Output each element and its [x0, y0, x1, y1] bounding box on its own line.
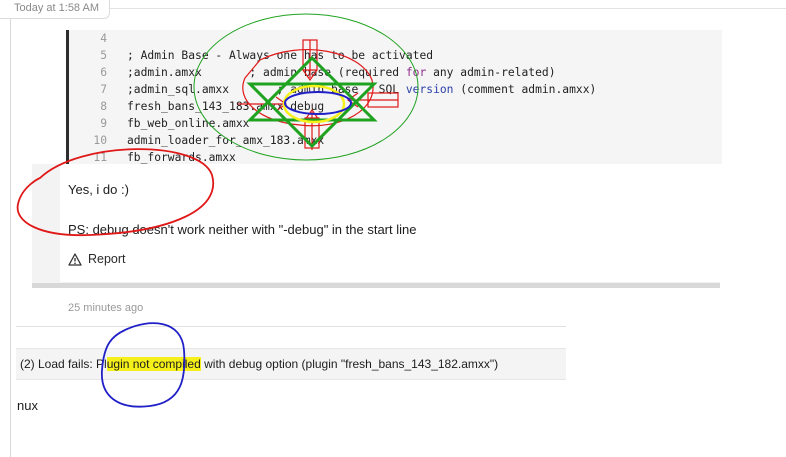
code-text: fb_web_online.amxx	[127, 117, 250, 130]
error-suffix: with debug option (plugin "fresh_bans_14…	[200, 357, 499, 371]
post-separator	[32, 283, 720, 288]
thread-line	[10, 0, 11, 457]
line-number: 4	[100, 32, 107, 45]
reply-line-1: Yes, i do :)	[68, 182, 129, 197]
code-text: admin_loader_for_amx_183.amxx	[127, 134, 325, 147]
error-prefix: (2) Load fails: Pl	[20, 357, 107, 371]
error-text: (2) Load fails: Plugin not compiled with…	[20, 349, 498, 379]
divider	[108, 8, 786, 9]
line-number: 5	[100, 49, 107, 62]
report-button[interactable]: Report	[68, 252, 126, 266]
line-number: 7	[100, 83, 107, 96]
code-text: ;admin.amxx ; admin base (required for a…	[127, 66, 556, 79]
message-timestamp: Today at 1:58 AM	[0, 0, 110, 19]
footer-text: nux	[17, 398, 38, 413]
line-number: 8	[100, 100, 107, 113]
reply-line-2: PS: debug doesn't work neither with "-de…	[68, 222, 417, 237]
error-message-box: (2) Load fails: Plugin not compiled with…	[16, 348, 566, 380]
post-time-ago: 25 minutes ago	[68, 302, 144, 314]
code-text: fresh_bans_143_183.amxx debug	[127, 100, 325, 113]
post-body: Yes, i do :) PS: debug doesn't work neit…	[60, 164, 720, 282]
report-label: Report	[88, 252, 126, 266]
divider	[16, 326, 566, 327]
line-number: 10	[93, 134, 107, 147]
line-number: 6	[100, 66, 107, 79]
code-block: 4 5 ; Admin Base - Always one has to be ac…	[66, 30, 722, 164]
line-number: 9	[100, 117, 107, 130]
error-highlight: ugin not compiled	[106, 357, 201, 371]
code-text: ;admin_sql.amxx ; admin base - SQL versi…	[127, 83, 597, 96]
code-text: ; Admin Base - Always one has to be acti…	[127, 49, 434, 62]
warning-icon	[68, 252, 82, 266]
